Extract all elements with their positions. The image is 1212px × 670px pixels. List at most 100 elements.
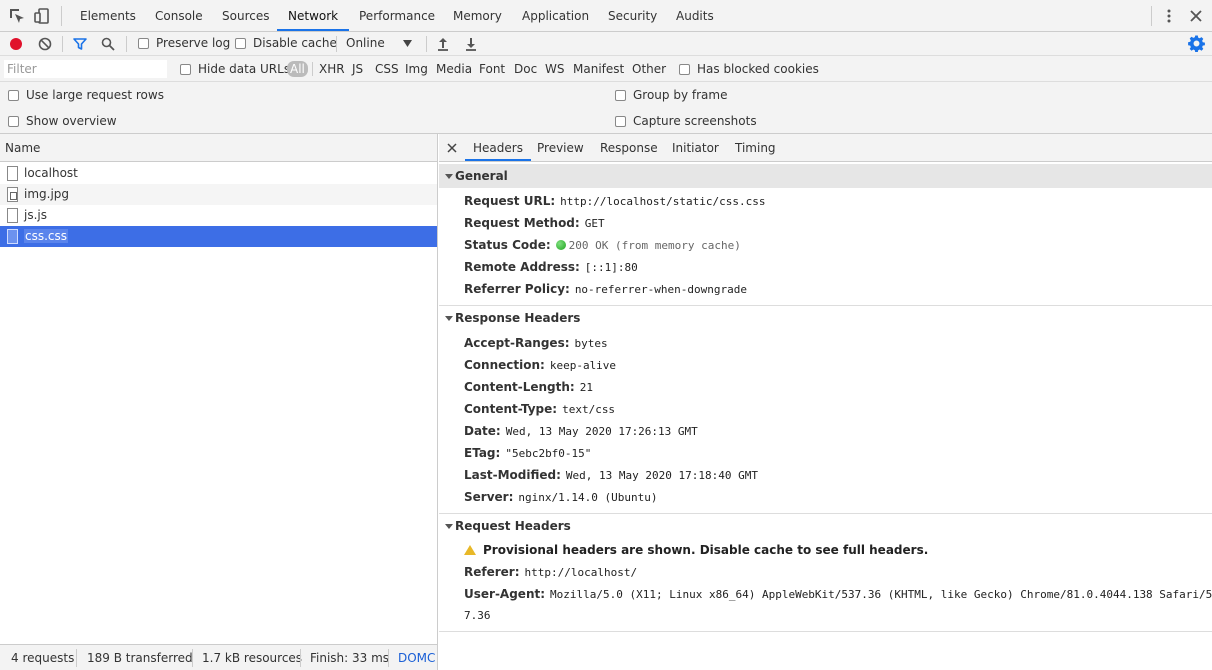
request-headers-section-header[interactable]: Request Headers — [439, 514, 1212, 538]
header-row: ETag: "5ebc2bf0-15" — [464, 442, 591, 464]
tab-sources[interactable]: Sources — [211, 0, 280, 31]
header-value: keep-alive — [549, 359, 617, 372]
filter-type-manifest[interactable]: Manifest — [573, 62, 624, 76]
header-value: "5ebc2bf0-15" — [505, 447, 592, 460]
detail-tab-bar: Headers Preview Response Initiator Timin… — [439, 134, 1212, 162]
header-key: Status Code: — [464, 238, 551, 252]
filter-type-other[interactable]: Other — [632, 62, 666, 76]
filter-type-font[interactable]: Font — [479, 62, 505, 76]
header-value: GET — [584, 217, 605, 230]
close-devtools-icon[interactable] — [1187, 7, 1205, 25]
tab-console[interactable]: Console — [144, 0, 214, 31]
blocked-cookies-label: Has blocked cookies — [697, 62, 819, 76]
capture-screenshots-checkbox[interactable] — [615, 116, 626, 127]
header-row: Request Method: GET — [464, 212, 605, 234]
request-row-img[interactable]: img.jpg — [0, 184, 437, 205]
header-key: Connection: — [464, 358, 545, 372]
preserve-log-checkbox[interactable] — [138, 38, 149, 49]
request-row-js[interactable]: js.js — [0, 205, 437, 226]
header-key: Remote Address: — [464, 260, 580, 274]
large-rows-checkbox[interactable] — [8, 90, 19, 101]
show-overview-label: Show overview — [26, 114, 117, 128]
header-key: Content-Length: — [464, 380, 575, 394]
status-divider — [388, 649, 389, 667]
filter-type-media[interactable]: Media — [436, 62, 472, 76]
capture-screenshots-label: Capture screenshots — [633, 114, 757, 128]
tab-network[interactable]: Network — [277, 0, 350, 31]
tab-headers[interactable]: Headers — [465, 134, 531, 161]
show-overview-checkbox[interactable] — [8, 116, 19, 127]
finish-time: Finish: 33 ms — [310, 651, 390, 665]
header-key: Content-Type: — [464, 402, 558, 416]
filter-type-js[interactable]: JS — [352, 62, 363, 76]
name-column-header[interactable]: Name — [0, 134, 437, 162]
search-icon[interactable] — [100, 36, 116, 52]
header-row: Request URL: http://localhost/static/css.… — [464, 190, 765, 212]
chevron-down-icon[interactable] — [403, 40, 412, 47]
header-row: Date: Wed, 13 May 2020 17:26:13 GMT — [464, 420, 698, 442]
toolbar-divider — [426, 36, 427, 52]
header-row: User-Agent: Mozilla/5.0 (X11; Linux x86_6… — [464, 583, 1212, 605]
header-value: nginx/1.14.0 (Ubuntu) — [518, 491, 658, 504]
toolbar-divider — [336, 36, 337, 52]
header-row: Referer: http://localhost/ — [464, 561, 637, 583]
header-value: no-referrer-when-downgrade — [574, 283, 747, 296]
filter-type-doc[interactable]: Doc — [514, 62, 537, 76]
provisional-headers-warning: Provisional headers are shown. Disable c… — [464, 543, 928, 557]
header-value: 21 — [579, 381, 593, 394]
import-har-icon[interactable] — [436, 36, 450, 52]
triangle-down-icon — [445, 316, 453, 321]
section-title: General — [455, 169, 508, 183]
section-title: Request Headers — [455, 519, 571, 533]
throttling-select[interactable]: Online — [346, 36, 385, 50]
response-headers-section-header[interactable]: Response Headers — [439, 306, 1212, 330]
gear-icon[interactable] — [1188, 35, 1205, 52]
header-row: Remote Address: [::1]:80 — [464, 256, 638, 278]
hide-data-urls-checkbox[interactable] — [180, 64, 191, 75]
document-icon — [7, 166, 18, 181]
filter-type-img[interactable]: Img — [405, 62, 428, 76]
filter-type-css[interactable]: CSS — [375, 62, 399, 76]
devtools-tab-bar: Elements Console Sources Network Perform… — [0, 0, 1212, 32]
tab-application[interactable]: Application — [511, 0, 600, 31]
blocked-cookies-checkbox[interactable] — [679, 64, 690, 75]
export-har-icon[interactable] — [464, 36, 478, 52]
filter-type-xhr[interactable]: XHR — [319, 62, 345, 76]
tab-memory[interactable]: Memory — [442, 0, 513, 31]
header-row: Connection: keep-alive — [464, 354, 616, 376]
filter-icon[interactable] — [72, 36, 88, 52]
tab-performance[interactable]: Performance — [348, 0, 446, 31]
filter-type-all[interactable]: All — [287, 61, 308, 77]
group-by-frame-label: Group by frame — [633, 88, 728, 102]
request-row-css[interactable]: css.css — [0, 226, 437, 247]
header-value: [::1]:80 — [584, 261, 638, 274]
more-options-icon[interactable] — [1160, 7, 1178, 25]
header-key: Request URL: — [464, 194, 556, 208]
general-section-header[interactable]: General — [439, 164, 1212, 188]
network-settings: Use large request rows Show overview Gro… — [0, 82, 1212, 134]
tab-elements[interactable]: Elements — [69, 0, 147, 31]
record-icon[interactable] — [8, 36, 24, 52]
header-row: Server: nginx/1.14.0 (Ubuntu) — [464, 486, 657, 508]
tab-initiator[interactable]: Initiator — [664, 134, 727, 161]
request-row-localhost[interactable]: localhost — [0, 163, 437, 184]
inspect-element-icon[interactable] — [8, 7, 26, 25]
group-by-frame-checkbox[interactable] — [615, 90, 626, 101]
filter-type-ws[interactable]: WS — [545, 62, 564, 76]
tab-timing[interactable]: Timing — [727, 134, 784, 161]
clear-icon[interactable] — [37, 36, 53, 52]
request-list: Name localhost img.jpg js.js css.css — [0, 134, 438, 644]
status-success-icon — [555, 240, 566, 250]
tab-security[interactable]: Security — [597, 0, 668, 31]
device-toolbar-icon[interactable] — [33, 7, 51, 25]
tab-audits[interactable]: Audits — [665, 0, 725, 31]
tab-response[interactable]: Response — [592, 134, 666, 161]
status-divider — [76, 649, 77, 667]
triangle-down-icon — [445, 524, 453, 529]
warning-icon — [464, 545, 476, 555]
disable-cache-checkbox[interactable] — [235, 38, 246, 49]
header-row: Last-Modified: Wed, 13 May 2020 17:18:40 … — [464, 464, 758, 486]
filter-input[interactable] — [4, 60, 167, 78]
tab-preview[interactable]: Preview — [529, 134, 592, 161]
close-icon[interactable] — [447, 143, 457, 153]
